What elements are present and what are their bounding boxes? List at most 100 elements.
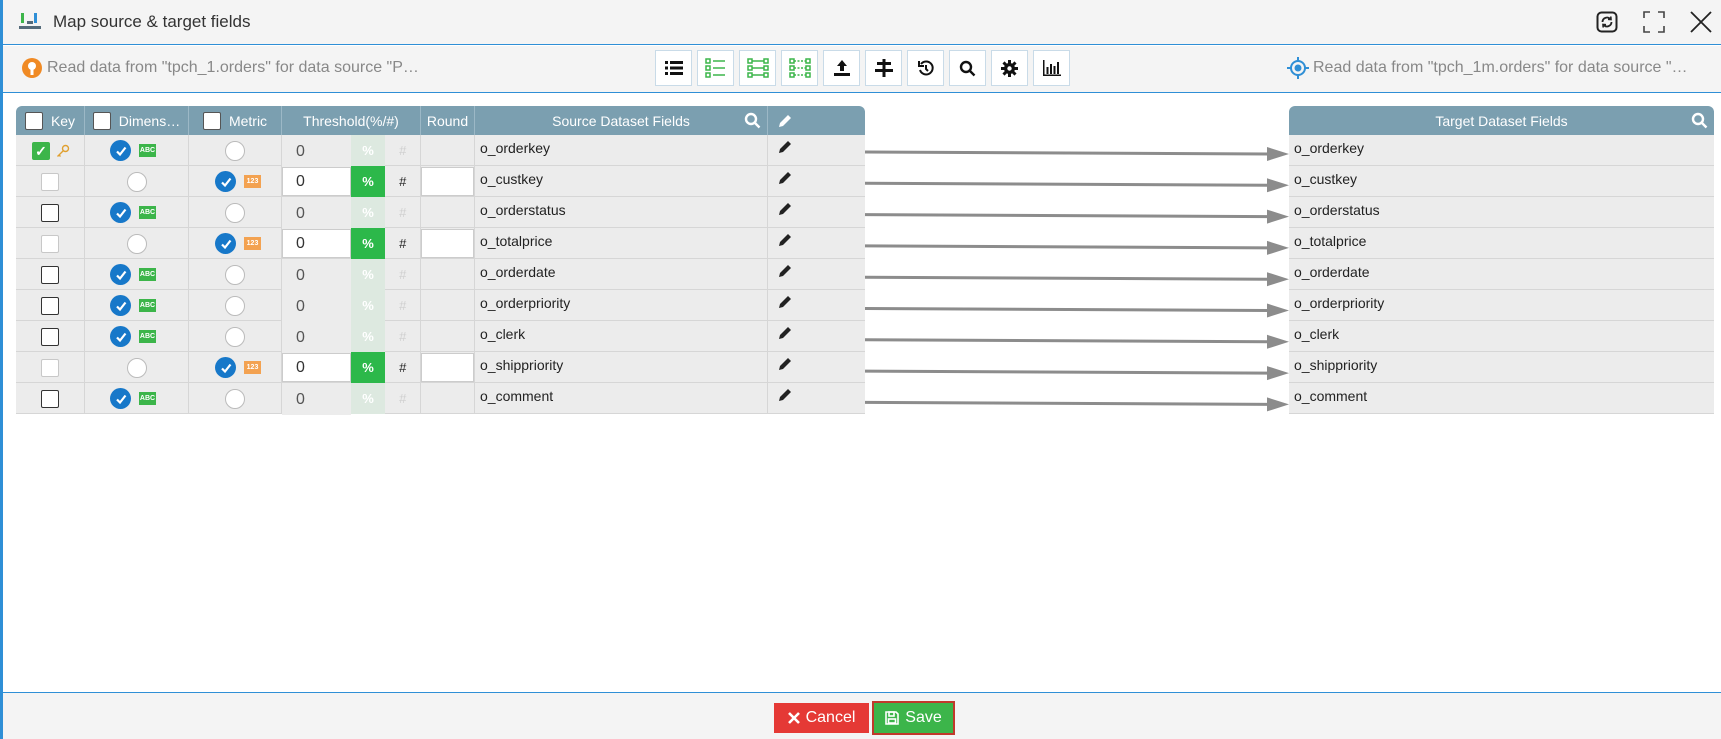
dimension-radio[interactable] (126, 357, 147, 378)
reset-button[interactable] (907, 50, 944, 86)
metric-radio[interactable] (225, 202, 245, 223)
percent-toggle[interactable]: % (350, 228, 386, 259)
mapping-line[interactable] (865, 213, 1270, 219)
save-button[interactable]: Save (872, 701, 955, 735)
key-checkbox[interactable] (41, 265, 59, 284)
pencil-icon[interactable] (778, 326, 792, 340)
mapping-line[interactable] (865, 400, 1270, 406)
settings-button[interactable] (991, 50, 1028, 86)
align-button[interactable] (865, 50, 902, 86)
pencil-icon[interactable] (778, 233, 792, 247)
maximize-icon (1643, 11, 1665, 33)
select-all-button[interactable] (697, 50, 734, 86)
close-button[interactable] (1686, 8, 1716, 36)
metric-radio[interactable] (215, 171, 236, 192)
mapping-line[interactable] (865, 150, 1270, 156)
metric-radio[interactable] (225, 295, 245, 316)
dimension-select-all-checkbox[interactable] (92, 111, 111, 130)
dimension-radio[interactable] (110, 140, 131, 161)
key-checkbox[interactable]: ✓ (32, 141, 50, 160)
threshold-input[interactable]: 0 (282, 353, 351, 382)
source-field-name: o_orderdate (475, 259, 768, 290)
gear-icon (1001, 59, 1018, 77)
source-row: ✓ ABC 0% # o_orderkey (16, 135, 865, 167)
absolute-toggle: # (399, 391, 407, 406)
round-cell (421, 228, 475, 259)
key-select-all-checkbox[interactable] (24, 111, 43, 130)
mapping-line[interactable] (865, 369, 1270, 375)
pencil-icon[interactable] (778, 295, 792, 309)
refresh-button[interactable] (1592, 8, 1622, 36)
absolute-toggle[interactable]: # (385, 228, 420, 259)
chart-button[interactable] (1033, 50, 1070, 86)
round-cell (421, 383, 475, 414)
dimension-radio[interactable] (126, 171, 147, 192)
mapping-line[interactable] (865, 338, 1270, 344)
key-checkbox[interactable] (41, 172, 59, 191)
round-cell (421, 290, 475, 321)
target-info: Read data from "tpch_1m.orders" for data… (1287, 56, 1712, 80)
round-input[interactable] (421, 167, 474, 196)
source-label: Read data from "tpch_1.orders" for data … (47, 59, 419, 76)
search-button[interactable] (949, 50, 986, 86)
metric-select-all-checkbox[interactable] (202, 111, 221, 130)
cancel-button[interactable]: Cancel (774, 703, 869, 733)
metric-radio[interactable] (225, 326, 245, 347)
percent-toggle[interactable]: % (350, 352, 386, 383)
mapping-line[interactable] (865, 181, 1270, 187)
dimension-radio[interactable] (110, 202, 131, 223)
percent-toggle[interactable]: % (350, 166, 386, 197)
pencil-icon[interactable] (778, 114, 792, 128)
round-input[interactable] (421, 229, 474, 258)
mapping-line[interactable] (865, 244, 1270, 250)
percent-toggle: % (350, 259, 386, 290)
dimension-radio[interactable] (110, 388, 131, 409)
metric-cell: 123 (189, 166, 282, 197)
dimension-cell: ABC (85, 321, 189, 352)
key-checkbox[interactable] (41, 358, 59, 377)
target-row: o_totalprice (1289, 228, 1714, 259)
dimension-radio[interactable] (126, 233, 147, 254)
key-column-header: Key (16, 106, 85, 135)
absolute-toggle[interactable]: # (385, 352, 420, 383)
key-checkbox[interactable] (41, 296, 59, 315)
pencil-icon[interactable] (778, 264, 792, 278)
round-input[interactable] (421, 353, 474, 382)
key-cell (16, 228, 85, 259)
target-search-icon[interactable] (1691, 112, 1708, 129)
source-search-icon[interactable] (744, 112, 761, 129)
pencil-icon[interactable] (778, 388, 792, 402)
list-view-button[interactable] (655, 50, 692, 86)
metric-radio[interactable] (225, 140, 245, 161)
mapping-line[interactable] (865, 307, 1270, 312)
target-row: o_orderkey (1289, 135, 1714, 166)
threshold-cell: 0% # (282, 290, 421, 322)
target-fields-column-header: Target Dataset Fields (1289, 106, 1714, 135)
round-cell (421, 321, 475, 352)
pencil-icon[interactable] (778, 202, 792, 216)
metric-radio[interactable] (225, 264, 245, 285)
maximize-button[interactable] (1639, 8, 1669, 36)
dimension-radio[interactable] (110, 264, 131, 285)
dialog-footer: Cancel Save (3, 692, 1721, 739)
key-checkbox[interactable] (41, 234, 59, 253)
metric-radio[interactable] (215, 233, 236, 254)
pencil-icon[interactable] (778, 171, 792, 185)
mapping-line[interactable] (865, 275, 1270, 281)
dimension-radio[interactable] (110, 326, 131, 347)
metric-radio[interactable] (215, 357, 236, 378)
key-checkbox[interactable] (41, 327, 59, 346)
string-type-icon: ABC (139, 299, 156, 312)
dimension-radio[interactable] (110, 295, 131, 316)
metric-radio[interactable] (225, 388, 245, 409)
threshold-input[interactable]: 0 (282, 167, 351, 196)
threshold-input[interactable]: 0 (282, 229, 351, 258)
pencil-icon[interactable] (778, 140, 792, 154)
pencil-icon[interactable] (778, 357, 792, 371)
upload-button[interactable] (823, 50, 860, 86)
key-checkbox[interactable] (41, 203, 59, 222)
link-fields-button[interactable] (739, 50, 776, 86)
auto-map-button[interactable] (781, 50, 818, 86)
absolute-toggle[interactable]: # (385, 166, 420, 197)
key-checkbox[interactable] (41, 389, 59, 408)
